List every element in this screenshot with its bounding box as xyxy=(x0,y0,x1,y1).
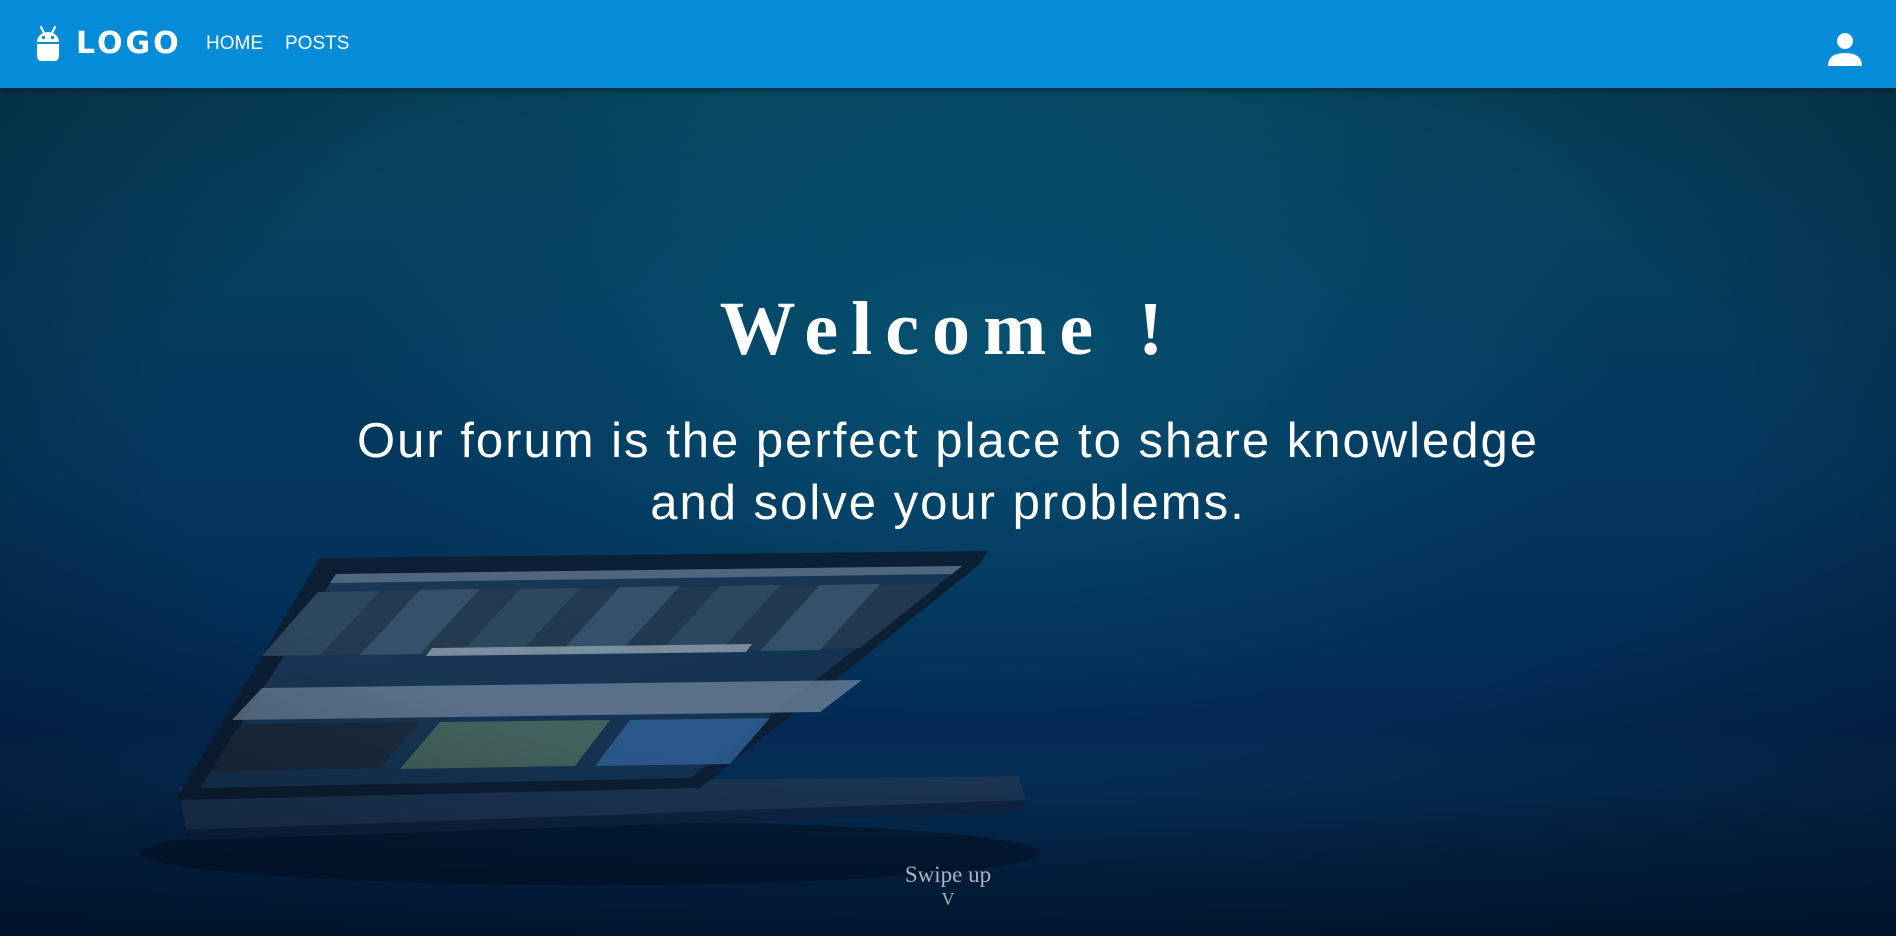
hero-subtitle: Our forum is the perfect place to share … xyxy=(298,410,1598,534)
page: LOGO HOME POSTS Welcome ! Our forum is t… xyxy=(0,0,1896,936)
nav-item-home[interactable]: HOME xyxy=(206,30,263,58)
top-navbar: LOGO HOME POSTS xyxy=(0,0,1896,88)
user-account-icon xyxy=(1828,33,1862,66)
brand-logo[interactable]: LOGO xyxy=(34,24,182,64)
hero-title: Welcome ! xyxy=(719,287,1177,371)
swipe-up-prompt[interactable]: Swipe up V xyxy=(848,860,1048,908)
hero-section: Welcome ! Our forum is the perfect place… xyxy=(0,88,1896,936)
hero-subtitle-line-2: and solve your problems. xyxy=(650,476,1246,530)
android-icon xyxy=(37,26,59,61)
user-account-button[interactable] xyxy=(1826,30,1864,68)
chevron-down-icon: V xyxy=(941,889,955,909)
nav-item-posts[interactable]: POSTS xyxy=(285,30,349,58)
logo-text: LOGO xyxy=(76,26,182,61)
hero-subtitle-line-1: Our forum is the perfect place to share … xyxy=(356,414,1539,468)
primary-nav: HOME POSTS xyxy=(206,30,349,58)
swipe-up-label: Swipe up xyxy=(904,862,992,887)
